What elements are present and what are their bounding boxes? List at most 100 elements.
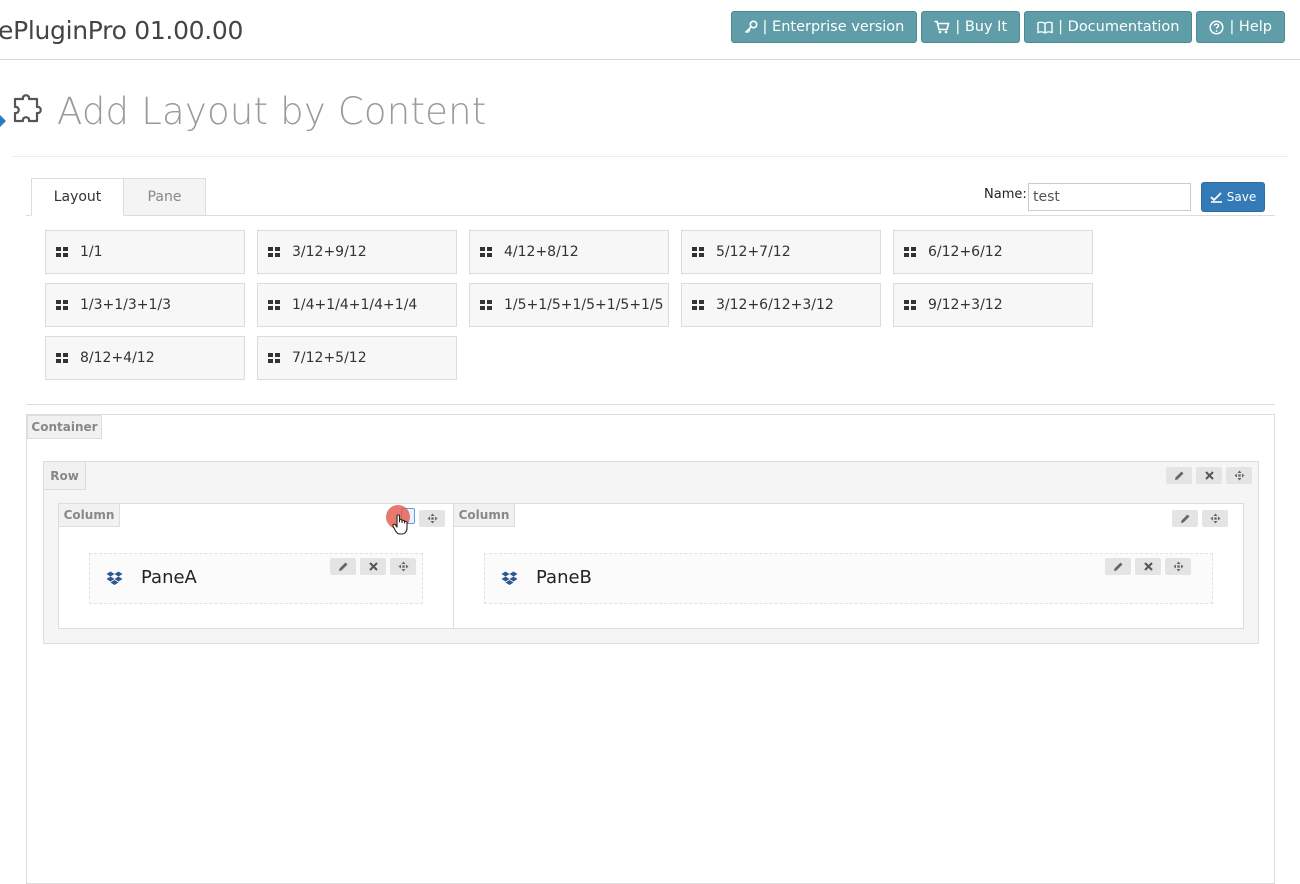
layout-option[interactable]: 5/12+7/12 <box>681 230 881 274</box>
layout-row[interactable]: Row Column PaneA Column PaneB <box>43 461 1259 644</box>
layout-option[interactable]: 3/12+9/12 <box>257 230 457 274</box>
row-tag[interactable]: Row <box>43 461 86 490</box>
grid-icon <box>268 353 280 363</box>
layout-option[interactable]: 3/12+6/12+3/12 <box>681 283 881 327</box>
buy-it-label: | Buy It <box>955 19 1008 35</box>
grid-icon <box>56 353 68 363</box>
pane-move-button[interactable] <box>1165 558 1191 575</box>
layout-option-label: 8/12+4/12 <box>80 350 155 366</box>
layout-option-label: 1/4+1/4+1/4+1/4 <box>292 297 418 313</box>
pane-label: PaneA <box>141 567 197 588</box>
pencil-icon <box>1174 471 1183 480</box>
pane-move-button[interactable] <box>390 558 416 575</box>
pane-edit-button[interactable] <box>330 558 356 575</box>
pane-item[interactable]: PaneB <box>484 553 1213 604</box>
grid-icon <box>692 247 704 257</box>
layout-option[interactable]: 1/1 <box>45 230 245 274</box>
close-icon <box>1204 471 1214 480</box>
layout-column[interactable]: Column PaneB <box>453 503 1244 629</box>
move-icon <box>427 513 437 524</box>
grid-icon <box>480 247 492 257</box>
app-title: ePluginPro 01.00.00 <box>0 16 244 45</box>
pane-edit-button[interactable] <box>1105 558 1131 575</box>
help-circle-icon <box>1209 19 1224 35</box>
layout-option-label: 1/3+1/3+1/3 <box>80 297 172 313</box>
column-edit-button[interactable] <box>1172 510 1198 527</box>
move-icon <box>1173 561 1183 572</box>
layout-option-label: 7/12+5/12 <box>292 350 367 366</box>
layout-option-label: 4/12+8/12 <box>504 244 579 260</box>
layout-option[interactable]: 9/12+3/12 <box>893 283 1093 327</box>
column-move-button[interactable] <box>1202 510 1228 527</box>
layout-option-label: 3/12+6/12+3/12 <box>716 297 834 313</box>
page-marker <box>0 115 6 127</box>
tab-layout[interactable]: Layout <box>31 178 124 216</box>
grid-icon <box>268 300 280 310</box>
container-tag[interactable]: Container <box>27 415 102 439</box>
tab-bar: Layout Pane <box>31 178 206 216</box>
hand-cursor-icon <box>392 514 408 535</box>
grid-icon <box>56 300 68 310</box>
column-tools <box>419 510 445 527</box>
dropbox-icon <box>106 571 123 585</box>
pane-delete-button[interactable] <box>360 558 386 575</box>
pencil-icon <box>1113 562 1122 571</box>
save-check-icon <box>1210 191 1222 203</box>
enterprise-version-label: | Enterprise version <box>762 19 905 35</box>
grid-icon <box>904 247 916 257</box>
save-label: Save <box>1226 190 1257 204</box>
move-icon <box>1210 513 1220 524</box>
help-button[interactable]: | Help <box>1196 11 1285 43</box>
layout-option[interactable]: 4/12+8/12 <box>469 230 669 274</box>
tabs-divider <box>26 215 1275 216</box>
close-icon <box>1143 562 1153 571</box>
section-divider <box>26 404 1275 405</box>
column-move-button[interactable] <box>419 510 445 527</box>
move-icon <box>1234 470 1244 481</box>
name-label: Name: <box>984 187 1027 202</box>
layout-container[interactable]: Container Row Column PaneA Column PaneB <box>26 414 1275 884</box>
header-toolbar: | Enterprise version | Buy It | Document… <box>730 11 1285 43</box>
help-label: | Help <box>1229 19 1272 35</box>
layout-option[interactable]: 1/5+1/5+1/5+1/5+1/5 <box>469 283 669 327</box>
column-tag[interactable]: Column <box>58 503 120 527</box>
pane-label: PaneB <box>536 567 592 588</box>
layout-option[interactable]: 1/4+1/4+1/4+1/4 <box>257 283 457 327</box>
layout-options: 1/1 3/12+9/12 4/12+8/12 5/12+7/12 6/12+6… <box>45 230 1105 380</box>
layout-option-label: 5/12+7/12 <box>716 244 791 260</box>
pane-item[interactable]: PaneA <box>89 553 423 604</box>
buy-it-button[interactable]: | Buy It <box>921 11 1021 43</box>
move-icon <box>398 561 408 572</box>
layout-option[interactable]: 7/12+5/12 <box>257 336 457 380</box>
documentation-button[interactable]: | Documentation <box>1024 11 1193 43</box>
row-tools <box>1166 467 1252 484</box>
layout-option[interactable]: 8/12+4/12 <box>45 336 245 380</box>
column-tag[interactable]: Column <box>453 503 515 527</box>
row-edit-button[interactable] <box>1166 467 1192 484</box>
title-divider <box>12 156 1288 157</box>
layout-option-label: 9/12+3/12 <box>928 297 1003 313</box>
key-icon <box>744 20 758 34</box>
puzzle-icon <box>13 94 42 123</box>
layout-option-label: 1/5+1/5+1/5+1/5+1/5 <box>504 297 664 313</box>
save-button[interactable]: Save <box>1201 182 1265 212</box>
row-delete-button[interactable] <box>1196 467 1222 484</box>
documentation-label: | Documentation <box>1058 19 1180 35</box>
layout-option[interactable]: 6/12+6/12 <box>893 230 1093 274</box>
tab-pane[interactable]: Pane <box>124 178 206 216</box>
cart-icon <box>934 20 950 34</box>
enterprise-version-button[interactable]: | Enterprise version <box>730 11 918 43</box>
pane-tools <box>1105 558 1191 575</box>
grid-icon <box>56 247 68 257</box>
close-icon <box>368 562 378 571</box>
pane-delete-button[interactable] <box>1135 558 1161 575</box>
layout-option-label: 6/12+6/12 <box>928 244 1003 260</box>
grid-icon <box>692 300 704 310</box>
name-input[interactable] <box>1028 183 1191 211</box>
grid-icon <box>268 247 280 257</box>
pencil-icon <box>1180 514 1189 523</box>
row-move-button[interactable] <box>1226 467 1252 484</box>
book-icon <box>1037 21 1053 34</box>
pane-tools <box>330 558 416 575</box>
layout-option[interactable]: 1/3+1/3+1/3 <box>45 283 245 327</box>
